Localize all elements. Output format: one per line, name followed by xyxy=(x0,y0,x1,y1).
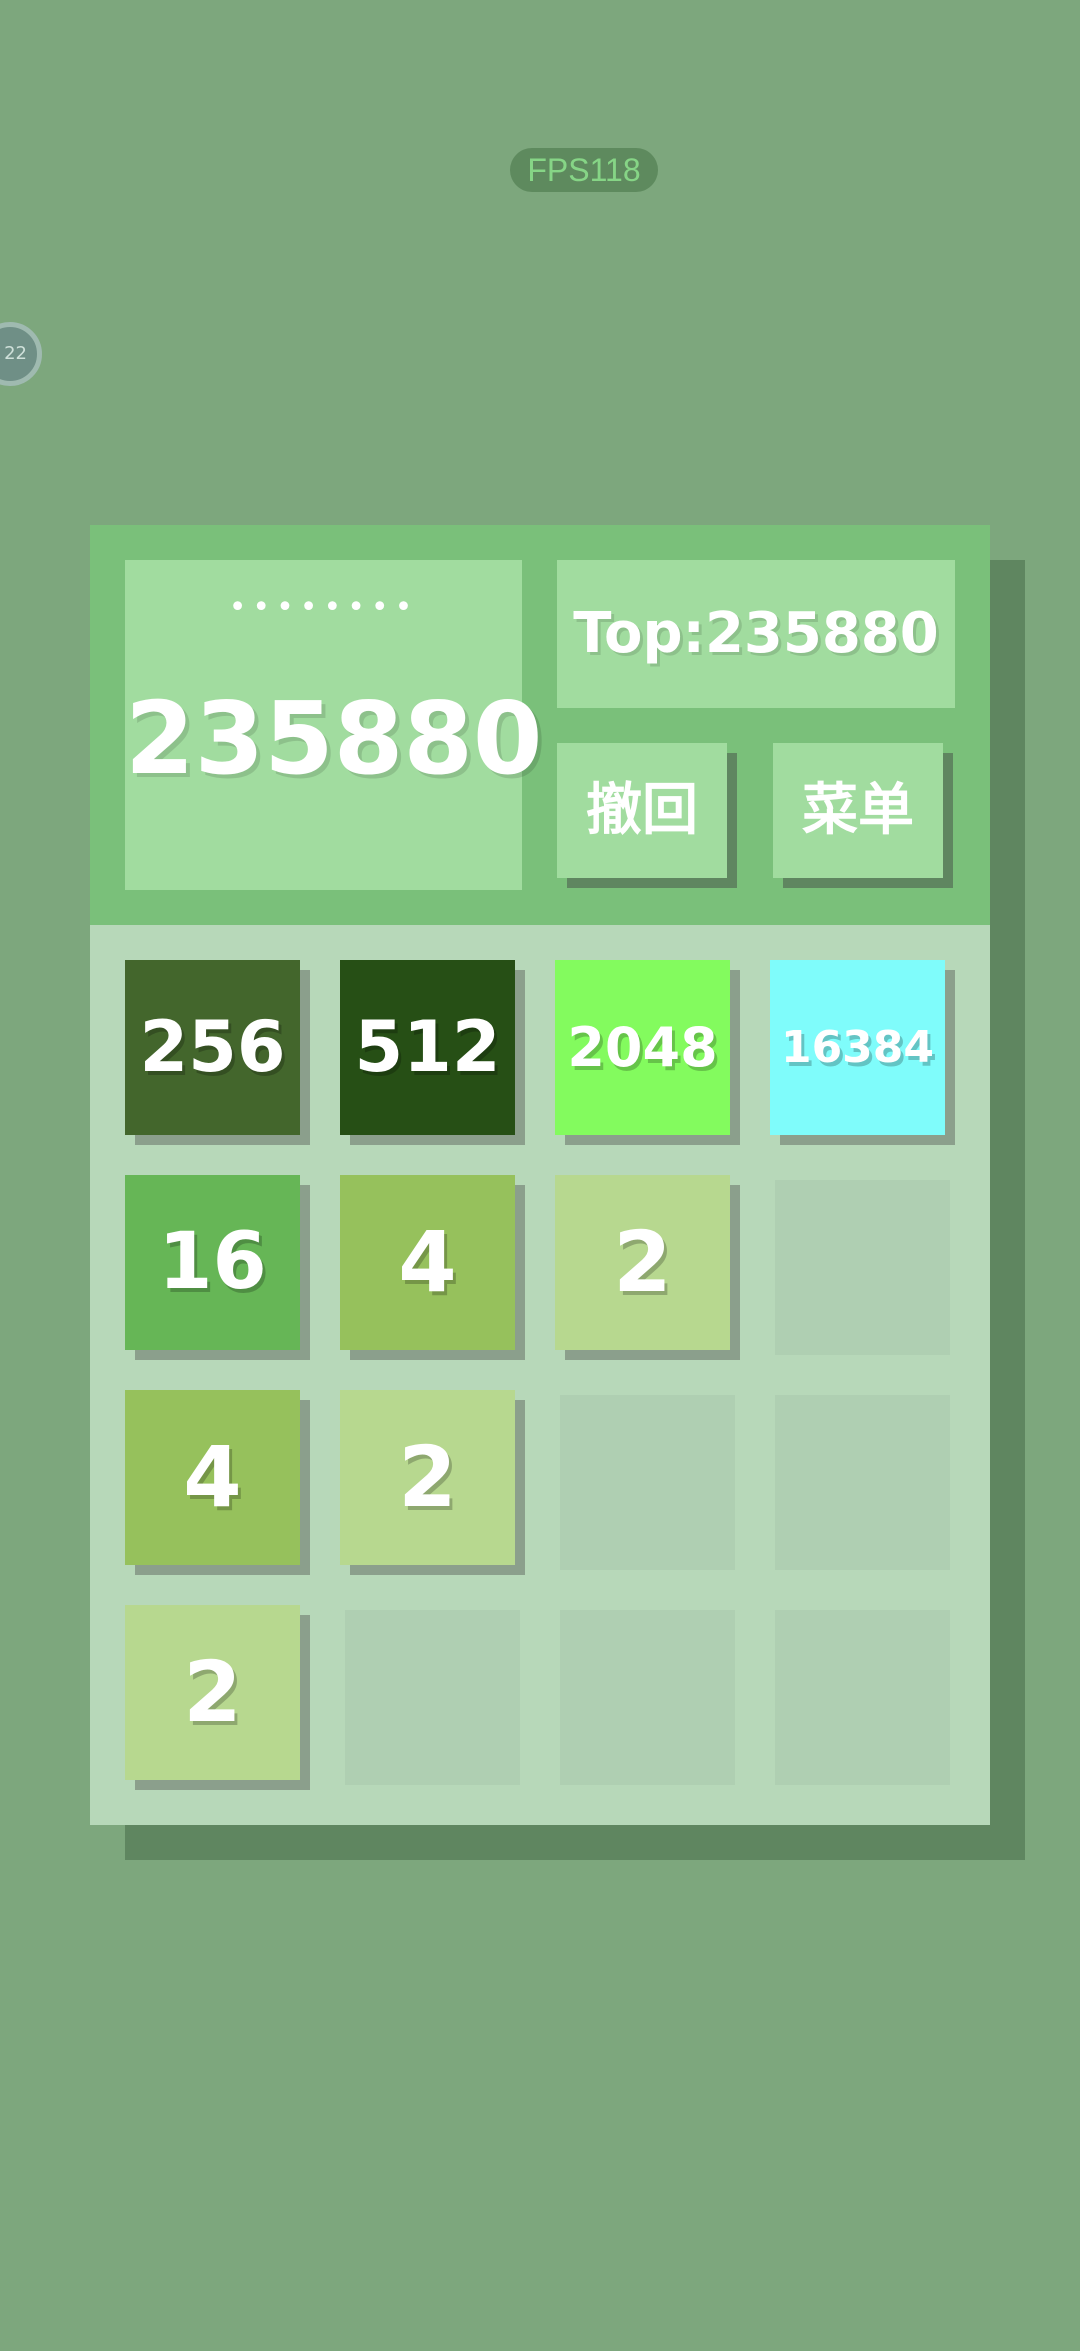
tile-value: 16384 xyxy=(770,960,945,1135)
empty-cell xyxy=(770,1390,950,1570)
score-hidden-label: •••••••• xyxy=(228,590,419,625)
tile-2048: 2048 xyxy=(555,960,740,1145)
tile-value: 2 xyxy=(555,1175,730,1350)
floating-assistant-ball[interactable]: 22 xyxy=(0,322,42,386)
game-header: •••••••• 235880 Top:235880 撤回 菜单 xyxy=(90,525,990,925)
empty-cell xyxy=(555,1605,735,1785)
undo-button[interactable]: 撤回 xyxy=(557,743,727,878)
menu-button-wrap: 菜单 xyxy=(773,743,953,888)
game-board: •••••••• 235880 Top:235880 撤回 菜单 256 512 2… xyxy=(90,525,990,1825)
current-score: 235880 xyxy=(125,680,543,797)
empty-cell-face xyxy=(775,1180,950,1355)
empty-cell xyxy=(340,1605,520,1785)
empty-cell xyxy=(770,1175,950,1355)
empty-cell-face xyxy=(775,1395,950,1570)
top-score-panel: Top:235880 xyxy=(557,560,955,708)
empty-cell-face xyxy=(560,1395,735,1570)
tile-value: 2048 xyxy=(555,960,730,1135)
menu-button[interactable]: 菜单 xyxy=(773,743,943,878)
tile-value: 16 xyxy=(125,1175,300,1350)
tile-4: 4 xyxy=(340,1175,525,1360)
tile-16: 16 xyxy=(125,1175,310,1360)
tile-value: 4 xyxy=(340,1175,515,1350)
tile-2: 2 xyxy=(555,1175,740,1360)
tile-2: 2 xyxy=(125,1605,310,1790)
tile-value: 2 xyxy=(125,1605,300,1780)
empty-cell-face xyxy=(345,1610,520,1785)
score-panel: •••••••• 235880 xyxy=(125,560,543,890)
tile-value: 4 xyxy=(125,1390,300,1565)
tile-256: 256 xyxy=(125,960,310,1145)
tile-value: 2 xyxy=(340,1390,515,1565)
empty-cell xyxy=(555,1390,735,1570)
undo-button-wrap: 撤回 xyxy=(557,743,737,888)
empty-cell xyxy=(770,1605,950,1785)
tile-4: 4 xyxy=(125,1390,310,1575)
tile-16384: 16384 xyxy=(770,960,955,1145)
tile-value: 256 xyxy=(125,960,300,1135)
tile-value: 512 xyxy=(340,960,515,1135)
tile-grid[interactable]: 256 512 2048 16384 16 4 2 4 2 2 xyxy=(90,925,990,1825)
fps-counter: FPS118 xyxy=(510,148,658,192)
tile-2: 2 xyxy=(340,1390,525,1575)
empty-cell-face xyxy=(560,1610,735,1785)
tile-512: 512 xyxy=(340,960,525,1145)
empty-cell-face xyxy=(775,1610,950,1785)
floating-ball-text: 22 xyxy=(4,343,27,364)
